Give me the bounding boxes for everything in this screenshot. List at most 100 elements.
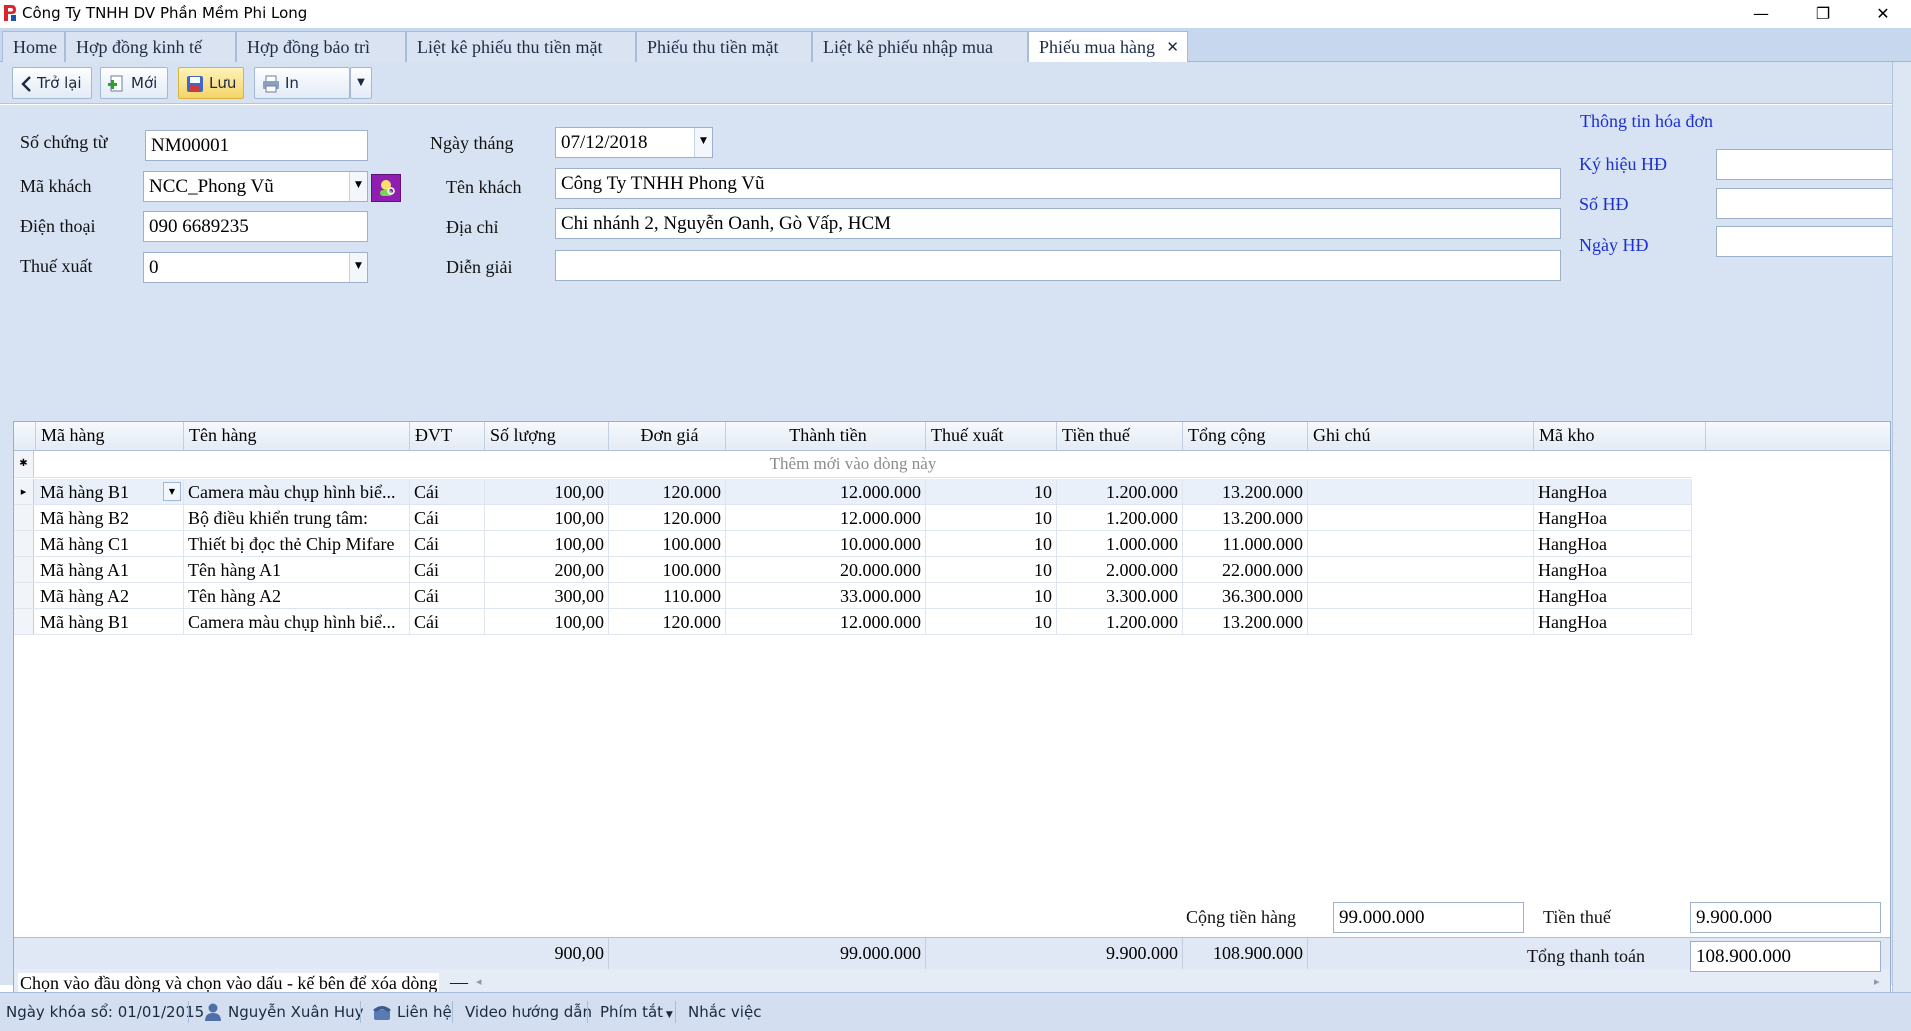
row-selector[interactable] xyxy=(14,609,34,634)
table-row[interactable]: ▸ Mã hàng B1 ▼ Camera màu chụp hình biể..… xyxy=(14,479,1692,505)
cell-ma-hang[interactable]: Mã hàng B1 ▼ xyxy=(36,479,184,505)
cell-tong-cong[interactable]: 11.000.000 xyxy=(1183,531,1308,557)
minimize-button[interactable]: — xyxy=(1733,0,1789,28)
cell-so-luong[interactable]: 100,00 xyxy=(485,505,609,531)
cell-ghi-chu[interactable] xyxy=(1308,609,1534,635)
cell-ma-kho[interactable]: HangHoa xyxy=(1534,583,1692,609)
tab-phieu-thu-tien-mat[interactable]: Phiếu thu tiền mặt xyxy=(636,31,812,62)
tab-hop-dong-bao-tri[interactable]: Hợp đồng bảo trì xyxy=(236,31,406,62)
column-header-dvt[interactable]: ĐVT xyxy=(410,422,485,451)
cell-so-luong[interactable]: 300,00 xyxy=(485,583,609,609)
column-header-ma-kho[interactable]: Mã kho xyxy=(1534,422,1706,451)
ngay-thang-picker[interactable]: 07/12/2018 ▼ xyxy=(555,127,713,158)
cell-tong-cong[interactable]: 13.200.000 xyxy=(1183,479,1308,505)
so-hd-field[interactable] xyxy=(1716,188,1893,219)
cell-ma-kho[interactable]: HangHoa xyxy=(1534,609,1692,635)
cell-don-gia[interactable]: 120.000 xyxy=(609,505,726,531)
tab-phieu-mua-hang[interactable]: Phiếu mua hàng ✕ xyxy=(1028,31,1188,63)
cong-tien-hang-field[interactable]: 99.000.000 xyxy=(1333,902,1524,933)
cell-so-luong[interactable]: 100,00 xyxy=(485,531,609,557)
cell-dvt[interactable]: Cái xyxy=(410,557,485,583)
print-options-dropdown[interactable]: ▼ xyxy=(350,67,372,99)
cell-thue-xuat[interactable]: 10 xyxy=(926,557,1057,583)
close-tab-icon[interactable]: ✕ xyxy=(1166,32,1179,62)
column-header-ghi-chu[interactable]: Ghi chú xyxy=(1308,422,1534,451)
tab-hop-dong-kinh-te[interactable]: Hợp đồng kinh tế xyxy=(65,31,236,62)
cell-don-gia[interactable]: 110.000 xyxy=(609,583,726,609)
table-row[interactable]: Mã hàng B2 Bộ điều khiển trung tâm: Cái … xyxy=(14,505,1692,531)
chevron-down-icon[interactable]: ▼ xyxy=(349,172,367,201)
ten-khach-field[interactable]: Công Ty TNHH Phong Vũ xyxy=(555,168,1561,199)
cell-thue-xuat[interactable]: 10 xyxy=(926,531,1057,557)
column-header-tong-cong[interactable]: Tổng cộng xyxy=(1183,422,1308,451)
row-selector[interactable] xyxy=(14,531,34,556)
cell-ma-kho[interactable]: HangHoa xyxy=(1534,479,1692,505)
save-button[interactable]: Lưu xyxy=(178,67,244,99)
cell-tong-cong[interactable]: 22.000.000 xyxy=(1183,557,1308,583)
table-row[interactable]: Mã hàng A1 Tên hàng A1 Cái 200,00 100.00… xyxy=(14,557,1692,583)
tien-thue-field[interactable]: 9.900.000 xyxy=(1690,902,1881,933)
cell-ma-hang[interactable]: Mã hàng C1 xyxy=(36,531,184,557)
column-header-ten-hang[interactable]: Tên hàng xyxy=(184,422,410,451)
cell-dvt[interactable]: Cái xyxy=(410,609,485,635)
cell-ten-hang[interactable]: Tên hàng A1 xyxy=(184,557,410,583)
cell-tong-cong[interactable]: 13.200.000 xyxy=(1183,609,1308,635)
new-button[interactable]: Mới xyxy=(100,67,168,99)
cell-thanh-tien[interactable]: 33.000.000 xyxy=(726,583,926,609)
cell-ma-hang[interactable]: Mã hàng B1 xyxy=(36,609,184,635)
column-header-thanh-tien[interactable]: Thành tiền xyxy=(726,422,926,451)
thue-xuat-select[interactable]: 0 ▼ xyxy=(143,252,368,283)
row-selector[interactable] xyxy=(14,557,34,582)
cell-dvt[interactable]: Cái xyxy=(410,505,485,531)
current-user[interactable]: Nguyễn Xuân Huy xyxy=(228,1003,364,1021)
shortcuts-menu[interactable]: Phím tắt ▼ xyxy=(600,1003,673,1021)
print-button[interactable]: In phiếu xyxy=(254,67,350,122)
close-window-button[interactable]: ✕ xyxy=(1855,0,1911,28)
table-row[interactable]: Mã hàng B1 Camera màu chụp hình biể... C… xyxy=(14,609,1692,635)
cell-ma-kho[interactable]: HangHoa xyxy=(1534,531,1692,557)
cell-don-gia[interactable]: 100.000 xyxy=(609,557,726,583)
column-header-ma-hang[interactable]: Mã hàng xyxy=(36,422,184,451)
cell-dvt[interactable]: Cái xyxy=(410,583,485,609)
cell-thanh-tien[interactable]: 12.000.000 xyxy=(726,479,926,505)
cell-so-luong[interactable]: 200,00 xyxy=(485,557,609,583)
cell-ghi-chu[interactable] xyxy=(1308,479,1534,505)
column-header-don-gia[interactable]: Đơn giá xyxy=(609,422,726,451)
tab-liet-ke-phieu-thu-tien-mat[interactable]: Liệt kê phiếu thu tiền mặt xyxy=(406,31,636,62)
cell-tien-thue[interactable]: 1.000.000 xyxy=(1057,531,1183,557)
dia-chi-field[interactable]: Chi nhánh 2, Nguyễn Oanh, Gò Vấp, HCM xyxy=(555,208,1561,239)
cell-thue-xuat[interactable]: 10 xyxy=(926,505,1057,531)
column-header-tien-thue[interactable]: Tiền thuế xyxy=(1057,422,1183,451)
scroll-left-icon[interactable]: ◂ xyxy=(476,975,482,988)
cell-ma-kho[interactable]: HangHoa xyxy=(1534,505,1692,531)
cell-thanh-tien[interactable]: 10.000.000 xyxy=(726,531,926,557)
cell-thue-xuat[interactable]: 10 xyxy=(926,583,1057,609)
cell-ma-hang[interactable]: Mã hàng A2 xyxy=(36,583,184,609)
chevron-down-icon[interactable]: ▼ xyxy=(163,482,181,501)
cell-ma-hang[interactable]: Mã hàng B2 xyxy=(36,505,184,531)
contact-link[interactable]: Liên hệ xyxy=(397,1003,452,1021)
cell-ten-hang[interactable]: Tên hàng A2 xyxy=(184,583,410,609)
cell-ghi-chu[interactable] xyxy=(1308,557,1534,583)
cell-so-luong[interactable]: 100,00 xyxy=(485,479,609,505)
cell-don-gia[interactable]: 120.000 xyxy=(609,479,726,505)
cell-tien-thue[interactable]: 1.200.000 xyxy=(1057,479,1183,505)
ky-hieu-hd-field[interactable] xyxy=(1716,149,1893,180)
cell-ten-hang[interactable]: Camera màu chụp hình biể... xyxy=(184,479,410,505)
table-row[interactable]: Mã hàng C1 Thiết bị đọc thẻ Chip Mifare … xyxy=(14,531,1692,557)
ma-khach-select[interactable]: NCC_Phong Vũ ▼ xyxy=(143,171,368,202)
tab-home[interactable]: Home xyxy=(2,31,65,62)
so-chung-tu-field[interactable]: NM00001 xyxy=(145,130,368,161)
cell-ghi-chu[interactable] xyxy=(1308,531,1534,557)
cell-tien-thue[interactable]: 1.200.000 xyxy=(1057,505,1183,531)
cell-tien-thue[interactable]: 1.200.000 xyxy=(1057,609,1183,635)
ngay-hd-field[interactable] xyxy=(1716,226,1893,257)
cell-ma-kho[interactable]: HangHoa xyxy=(1534,557,1692,583)
cell-dvt[interactable]: Cái xyxy=(410,531,485,557)
cell-don-gia[interactable]: 100.000 xyxy=(609,531,726,557)
table-row[interactable]: Mã hàng A2 Tên hàng A2 Cái 300,00 110.00… xyxy=(14,583,1692,609)
cell-ma-hang[interactable]: Mã hàng A1 xyxy=(36,557,184,583)
cell-tien-thue[interactable]: 3.300.000 xyxy=(1057,583,1183,609)
dien-thoai-field[interactable]: 090 6689235 xyxy=(143,211,368,242)
chevron-down-icon[interactable]: ▼ xyxy=(349,253,367,282)
